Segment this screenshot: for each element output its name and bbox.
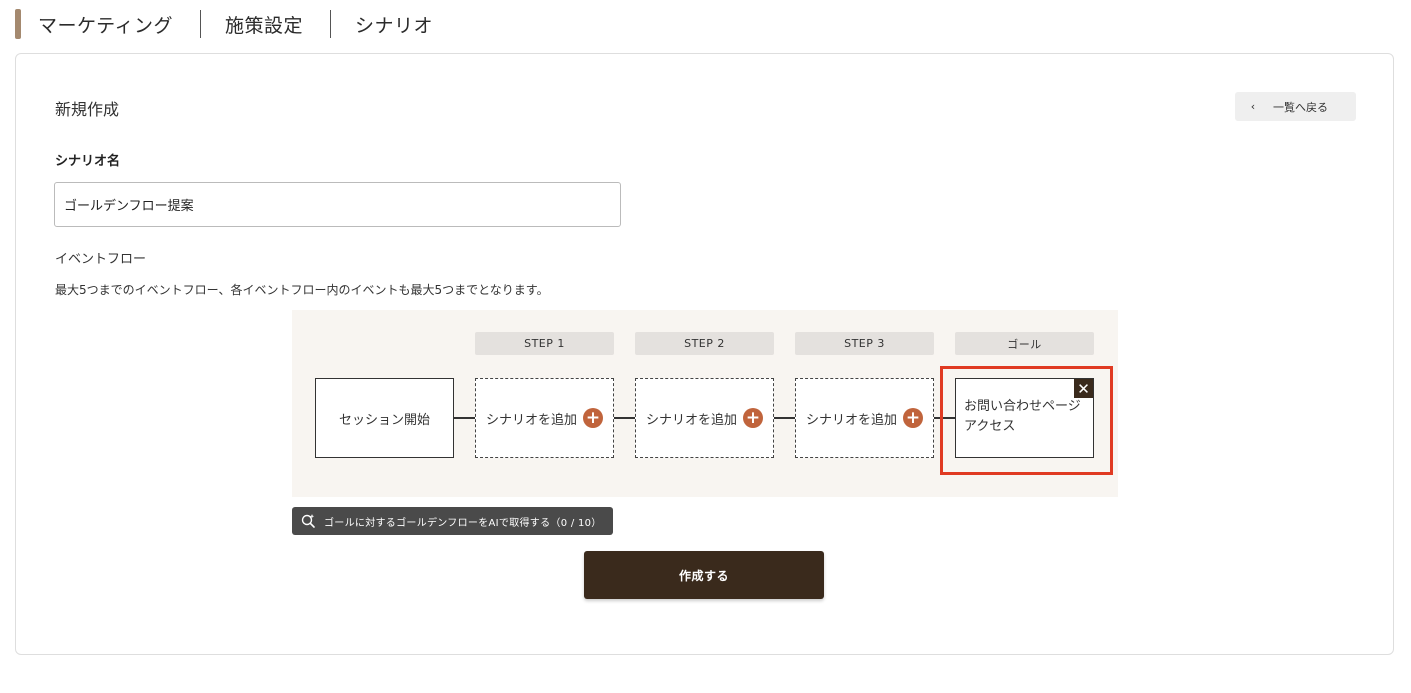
plus-circle-icon: + [743,408,763,428]
chevron-left-icon: ‹ [1250,100,1256,113]
breadcrumb-item-scenario: シナリオ [355,14,434,37]
breadcrumb-accent-bar [15,9,21,39]
page-title: 新規作成 [55,100,120,119]
step-3-header: STEP 3 [795,332,934,355]
ai-golden-flow-label: ゴールに対するゴールデンフローをAIで取得する（0 / 10） [324,517,602,529]
step-1-header: STEP 1 [475,332,614,355]
step-3-add-scenario[interactable]: シナリオを追加 + [795,378,934,458]
breadcrumb-separator [330,10,331,38]
scenario-name-input[interactable] [54,182,621,227]
breadcrumb-separator [199,10,201,38]
goal-text-line-1: お問い合わせページ [964,399,1081,414]
add-scenario-label: シナリオを追加 [485,412,577,428]
breadcrumb-item-campaign-settings[interactable]: 施策設定 [225,11,303,38]
ai-golden-flow-button[interactable]: ゴールに対するゴールデンフローをAIで取得する（0 / 10） [292,507,613,535]
add-scenario-label: シナリオを追加 [805,412,897,428]
goal-text-line-2: アクセス [964,419,1016,434]
breadcrumb-item-marketing[interactable]: マーケティング [38,11,173,38]
plus-circle-icon: + [583,408,603,428]
flow-connector [454,417,475,419]
session-start-node: セッション開始 [315,378,454,458]
back-to-list-button[interactable]: ‹ 一覧へ戻る [1235,92,1356,121]
breadcrumb: マーケティング 施策設定 シナリオ [15,8,433,40]
goal-remove-button[interactable]: ✕ [1074,379,1093,398]
back-to-list-label: 一覧へ戻る [1273,100,1328,114]
close-icon: ✕ [1077,380,1090,398]
step-2-header: STEP 2 [635,332,774,355]
add-scenario-label: シナリオを追加 [645,412,737,428]
magic-search-icon [300,513,316,529]
scenario-name-label: シナリオ名 [55,154,121,169]
step-1-add-scenario[interactable]: シナリオを追加 + [475,378,614,458]
step-2-add-scenario[interactable]: シナリオを追加 + [635,378,774,458]
flow-connector [614,417,635,419]
create-button[interactable]: 作成する [584,551,824,599]
event-flow-area: STEP 1 STEP 2 STEP 3 ゴール セッション開始 シナリオを追加… [292,310,1118,497]
event-flow-description: 最大5つまでのイベントフロー、各イベントフロー内のイベントも最大5つまでとなりま… [55,283,549,297]
plus-circle-icon: + [903,408,923,428]
goal-header: ゴール [955,332,1094,355]
event-flow-label: イベントフロー [55,252,147,267]
flow-connector [774,417,795,419]
main-card: 新規作成 ‹ 一覧へ戻る シナリオ名 イベントフロー 最大5つまでのイベントフロ… [15,53,1394,655]
session-start-label: セッション開始 [338,412,430,428]
